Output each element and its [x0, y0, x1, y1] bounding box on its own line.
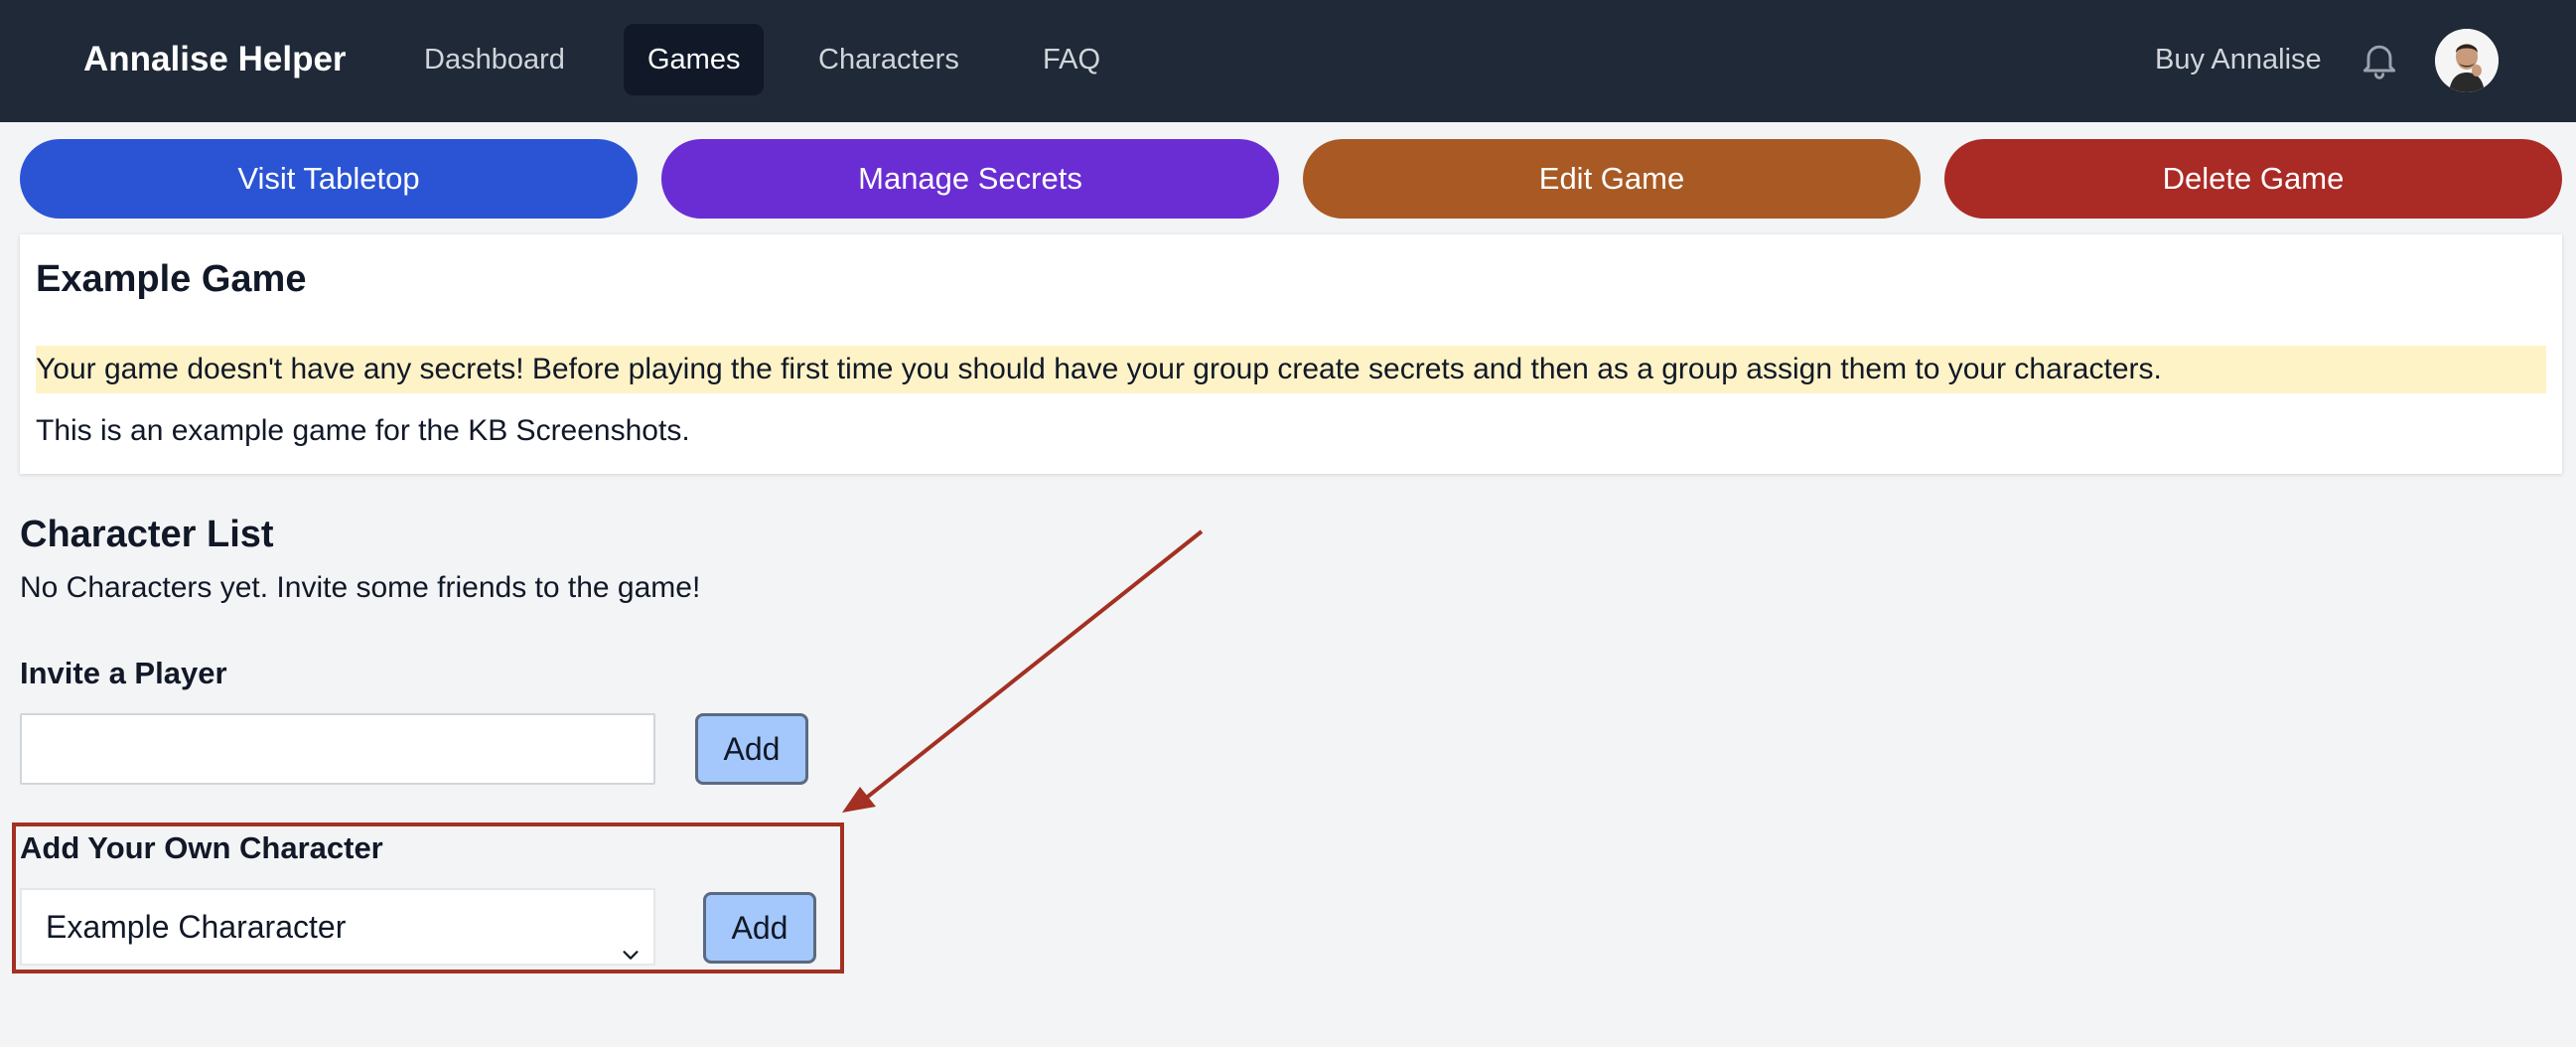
add-own-character-label: Add Your Own Character — [20, 830, 383, 865]
nav-dashboard[interactable]: Dashboard — [400, 24, 589, 95]
bell-icon[interactable] — [2358, 38, 2401, 81]
nav-faq[interactable]: FAQ — [1019, 24, 1124, 95]
game-card: Example Game Your game doesn't have any … — [20, 234, 2562, 474]
nav-games[interactable]: Games — [624, 24, 765, 95]
visit-tabletop-button[interactable]: Visit Tabletop — [20, 139, 638, 219]
delete-game-button[interactable]: Delete Game — [1944, 139, 2562, 219]
game-title: Example Game — [36, 258, 307, 300]
user-avatar[interactable] — [2435, 29, 2499, 92]
invite-player-input[interactable] — [20, 713, 655, 785]
top-navbar: Annalise Helper Dashboard Games Characte… — [0, 0, 2576, 122]
buy-annalise-link[interactable]: Buy Annalise — [2155, 36, 2322, 83]
brand-title[interactable]: Annalise Helper — [83, 36, 347, 83]
empty-characters-message: No Characters yet. Invite some friends t… — [20, 571, 701, 604]
game-description: This is an example game for the KB Scree… — [36, 414, 690, 447]
edit-game-button[interactable]: Edit Game — [1303, 139, 1921, 219]
manage-secrets-button[interactable]: Manage Secrets — [661, 139, 1279, 219]
character-select[interactable]: Example Chararacter — [20, 888, 655, 966]
character-list-title: Character List — [20, 514, 274, 555]
chevron-down-icon — [620, 918, 642, 960]
invite-add-button[interactable]: Add — [695, 713, 808, 785]
no-secrets-warning: Your game doesn't have any secrets! Befo… — [36, 346, 2546, 393]
own-character-add-button[interactable]: Add — [703, 892, 816, 964]
character-select-value: Example Chararacter — [46, 909, 347, 945]
invite-player-label: Invite a Player — [20, 656, 227, 690]
nav-characters[interactable]: Characters — [794, 24, 983, 95]
